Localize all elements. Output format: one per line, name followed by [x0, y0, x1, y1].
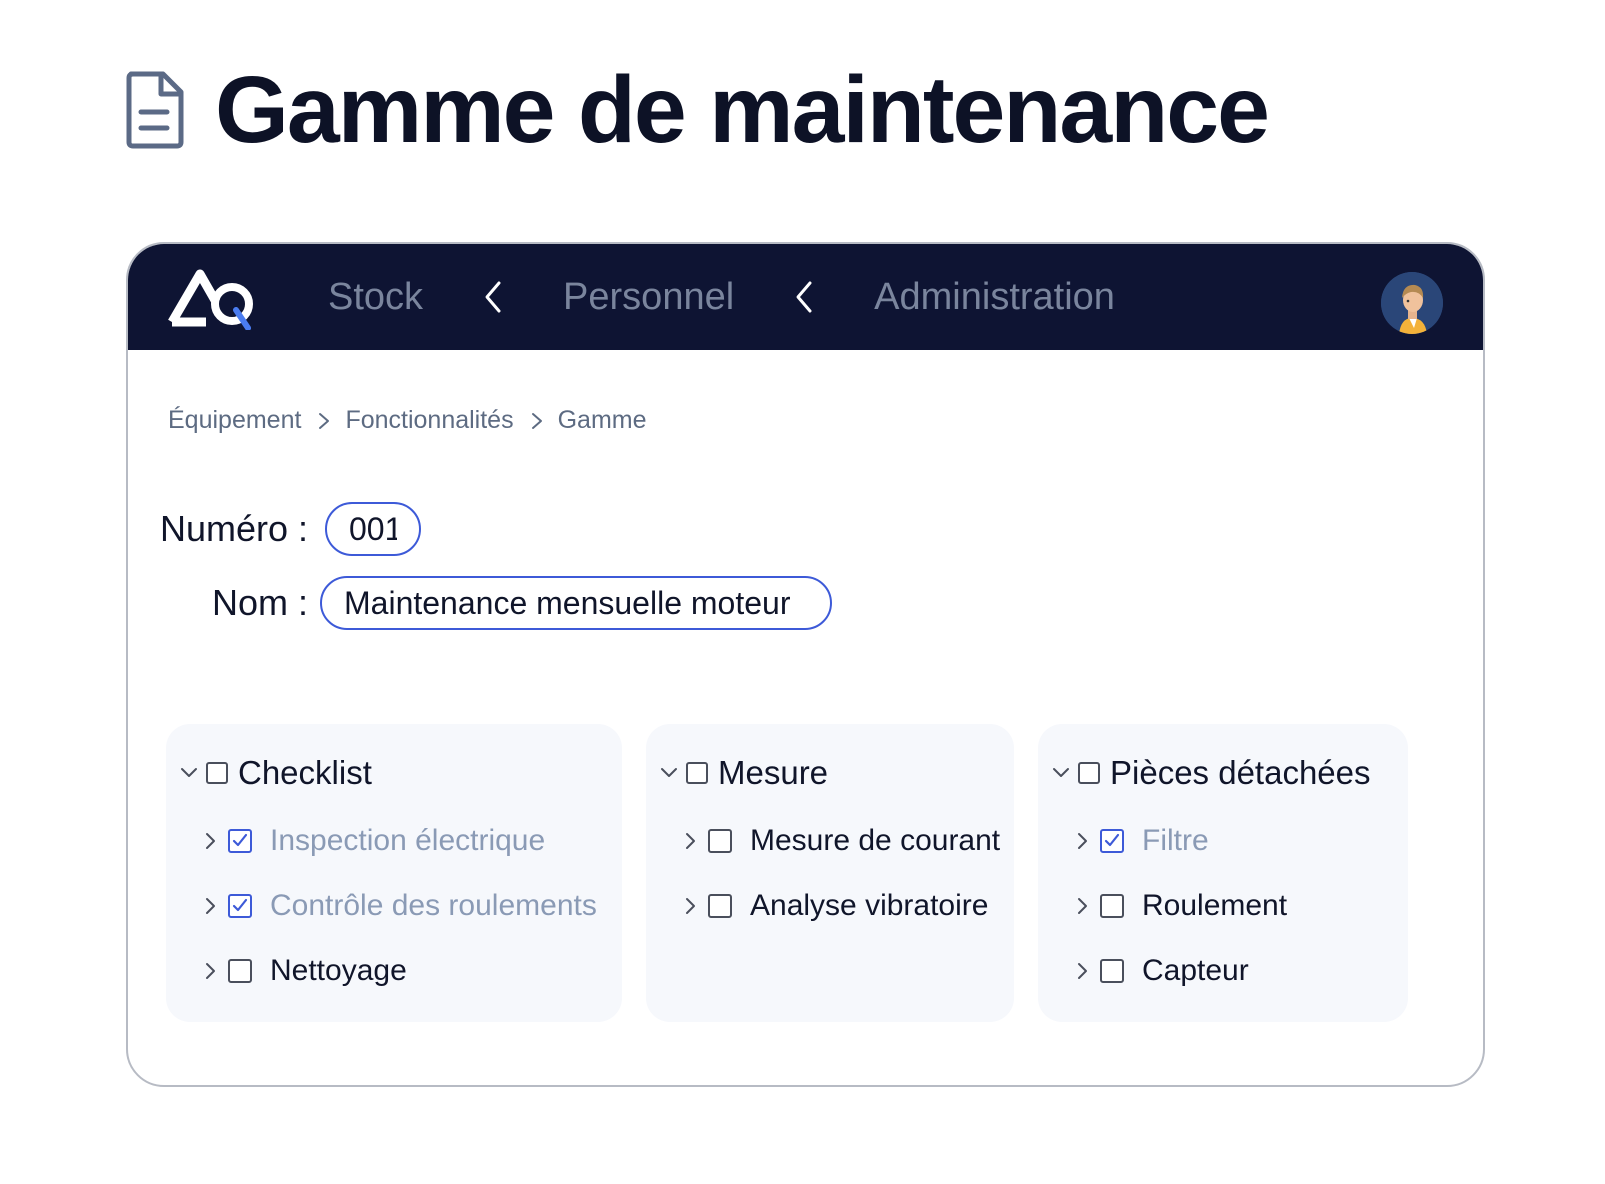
check-icon: [1104, 833, 1120, 847]
chevron-right-icon: [1078, 898, 1087, 914]
panel-title: Pièces détachées: [1110, 754, 1371, 791]
panel-header[interactable]: Checklist: [178, 754, 372, 792]
checkbox[interactable]: [708, 894, 732, 918]
chevron-down-icon: [661, 768, 677, 777]
item-label: Filtre: [1142, 824, 1209, 857]
checkbox[interactable]: [686, 762, 708, 784]
checkbox-checked[interactable]: [1100, 829, 1124, 853]
checkbox[interactable]: [1078, 762, 1100, 784]
panel-title: Checklist: [238, 754, 372, 791]
nom-label: Nom :: [211, 582, 308, 623]
numero-label: Numéro :: [159, 508, 308, 549]
chevron-right-icon: [206, 963, 215, 979]
checkbox-checked[interactable]: [228, 894, 252, 918]
user-avatar[interactable]: [1381, 272, 1443, 334]
numero-field[interactable]: [325, 502, 421, 556]
breadcrumb-equipement[interactable]: Équipement: [168, 406, 301, 435]
top-navigation-bar: Stock Personnel Administration: [128, 244, 1483, 350]
checkbox[interactable]: [1100, 959, 1124, 983]
panel-mesure: Mesure Mesure de courant Analyse vibrato…: [646, 724, 1014, 1022]
chevron-right-icon: [319, 412, 330, 429]
panel-checklist: Checklist Inspection électrique Contrôle…: [166, 724, 622, 1022]
panel-title: Mesure: [718, 754, 829, 791]
item-label: Roulement: [1142, 889, 1288, 922]
page-title: Gamme de maintenance: [215, 57, 1270, 163]
chevron-left-icon: [796, 281, 812, 313]
chevron-right-icon: [1078, 833, 1087, 849]
breadcrumb-fonctionnalites[interactable]: Fonctionnalités: [345, 406, 513, 435]
chevron-right-icon: [531, 412, 542, 429]
checkbox[interactable]: [228, 959, 252, 983]
item-label: Mesure de courant: [750, 824, 1001, 857]
nav-item-personnel[interactable]: Personnel: [563, 276, 734, 319]
main-nav: Stock Personnel Administration: [328, 244, 1115, 350]
checkbox-checked[interactable]: [228, 829, 252, 853]
chevron-left-icon: [485, 281, 501, 313]
breadcrumb: Équipement Fonctionnalités Gamme: [168, 406, 647, 435]
item-label: Inspection électrique: [270, 824, 546, 857]
checkbox[interactable]: [1100, 894, 1124, 918]
item-label: Nettoyage: [270, 954, 407, 987]
chevron-right-icon: [686, 898, 695, 914]
list-item[interactable]: Mesure de courant: [684, 824, 1000, 858]
panel-header[interactable]: Pièces détachées: [1050, 754, 1371, 792]
chevron-down-icon: [1053, 768, 1069, 777]
nav-item-stock[interactable]: Stock: [328, 276, 423, 319]
panel-pieces-detachees: Pièces détachées Filtre Roulement Capteu…: [1038, 724, 1408, 1022]
item-label: Capteur: [1142, 954, 1249, 987]
list-item[interactable]: Inspection électrique: [204, 824, 545, 858]
chevron-right-icon: [206, 898, 215, 914]
list-item[interactable]: Contrôle des roulements: [204, 889, 597, 923]
panel-header[interactable]: Mesure: [658, 754, 828, 792]
check-icon: [232, 898, 248, 912]
breadcrumb-gamme[interactable]: Gamme: [558, 406, 647, 435]
item-label: Analyse vibratoire: [750, 889, 989, 922]
chevron-right-icon: [206, 833, 215, 849]
checkbox[interactable]: [206, 762, 228, 784]
nav-item-administration[interactable]: Administration: [874, 276, 1115, 319]
user-avatar-icon: [1381, 272, 1443, 334]
check-icon: [232, 833, 248, 847]
app-window: Stock Personnel Administration Équipemen…: [126, 242, 1485, 1087]
chevron-down-icon: [181, 768, 197, 777]
nom-field[interactable]: [320, 576, 832, 630]
chevron-right-icon: [686, 833, 695, 849]
list-item[interactable]: Analyse vibratoire: [684, 889, 988, 923]
document-icon: [126, 71, 184, 149]
list-item[interactable]: Roulement: [1076, 889, 1287, 923]
app-logo-icon[interactable]: [168, 266, 258, 330]
page-header: Gamme de maintenance: [125, 57, 1270, 163]
list-item[interactable]: Nettoyage: [204, 954, 407, 988]
list-item[interactable]: Capteur: [1076, 954, 1249, 988]
checkbox[interactable]: [708, 829, 732, 853]
chevron-right-icon: [1078, 963, 1087, 979]
list-item[interactable]: Filtre: [1076, 824, 1209, 858]
item-label: Contrôle des roulements: [270, 889, 597, 922]
